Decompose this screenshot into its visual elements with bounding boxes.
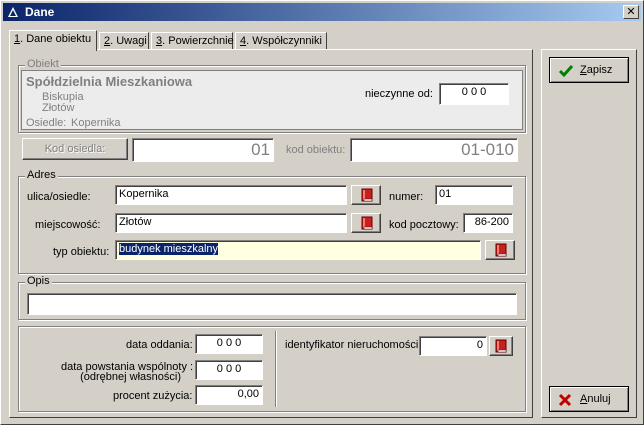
zapisz-shortcut: Z [580,64,587,76]
miejscowosc-lookup-button[interactable] [351,213,381,233]
opis-field[interactable] [27,293,517,315]
tab-powierzchnie[interactable]: 3. Powierzchnie [151,32,234,50]
dialog-window: Dane ✕ 1. Dane obiektu 2. Uwagi 3. Powie… [0,0,644,425]
zapisz-label: Zapisz [580,64,612,76]
kod-osiedla-field[interactable]: 01 [132,138,274,162]
miejscowosc-label: miejscowość: [35,219,101,231]
nieczynne-label: nieczynne od: [365,88,433,100]
cancel-x-icon [558,393,572,410]
data-powstania-label-2: (odrębnej własności) [80,371,181,383]
ulica-lookup-button[interactable] [351,185,381,205]
close-button[interactable]: ✕ [623,5,639,19]
anuluj-text: nuluj [587,393,611,405]
numer-label: numer: [389,191,424,203]
data-oddania-field[interactable]: 0 0 0 [195,334,263,354]
identyfikator-field[interactable]: 0 [419,336,487,356]
action-panel: Zapisz Anuluj [541,49,637,418]
group-dates: data oddania: 0 0 0 data powstania wspól… [18,326,526,412]
tab-label: . Powierzchnie [162,35,234,47]
group-opis-label: Opis [25,275,52,287]
miejscowosc-field[interactable]: Złotów [115,213,347,233]
kod-pocztowy-label: kod pocztowy: [389,219,459,231]
ulica-field[interactable]: Kopernika [115,185,347,205]
obiekt-line3: Złotów [42,102,75,114]
group-adres: Adres ulica/osiedle: Kopernika numer: 01… [18,169,526,274]
numer-field[interactable]: 01 [435,185,513,205]
tab-dane-obiektu[interactable]: 1. Dane obiektu [9,30,97,51]
tab-wspolczynniki[interactable]: 4. Współczynniki [235,32,327,50]
group-adres-label: Adres [25,169,58,181]
close-icon: ✕ [626,5,636,18]
window-title: Dane [25,5,55,19]
data-powstania-sublabel: (odrębnej własności) [61,371,181,383]
tab-panel-dane-obiektu: Obiekt Spółdzielnia Mieszkaniowa Biskupi… [9,49,533,418]
tab-label: . Uwagi [110,35,147,47]
data-oddania-label: data oddania: [126,339,193,351]
app-icon [7,6,19,18]
book-icon [495,243,507,257]
typ-obiektu-label: typ obiektu: [53,246,110,258]
tab-uwagi[interactable]: 2. Uwagi [99,32,149,50]
tab-label: . Współczynniki [246,35,322,47]
procent-zuzycia-label: procent zużycia: [113,390,193,402]
vertical-divider [275,331,277,407]
typ-obiektu-selection: budynek mieszkalny [119,243,219,255]
kod-obiektu-field[interactable]: 01-010 [350,138,518,162]
kod-obiektu-label: kod obiektu: [286,144,346,156]
identyfikator-label: identyfikator nieruchomości [285,339,419,351]
zapisz-button[interactable]: Zapisz [549,57,629,83]
group-opis: Opis [18,275,526,320]
typ-obiektu-lookup-button[interactable] [485,240,515,260]
osiedle-label: Osiedle: [26,117,67,129]
obiekt-name: Spółdzielnia Mieszkaniowa [26,74,193,89]
checkmark-icon [558,64,574,81]
anuluj-label: Anuluj [580,393,611,405]
book-icon [361,188,373,202]
nieczynne-od-field[interactable]: 0 0 0 [439,83,509,105]
obiekt-info-box: Spółdzielnia Mieszkaniowa Biskupia Złotó… [21,70,523,130]
kod-pocztowy-field[interactable]: 86-200 [463,213,513,233]
ulica-label: ulica/osiedle: [27,191,91,203]
osiedle-value: Kopernika [71,117,121,129]
book-icon [361,216,373,230]
typ-obiektu-field[interactable]: budynek mieszkalny [115,240,481,260]
identyfikator-lookup-button[interactable] [489,336,513,356]
group-obiekt: Obiekt Spółdzielnia Mieszkaniowa Biskupi… [18,58,526,133]
tab-label: . Dane obiektu [20,33,92,45]
procent-zuzycia-field[interactable]: 0,00 [195,385,263,405]
title-bar[interactable]: Dane ✕ [3,3,641,21]
anuluj-button[interactable]: Anuluj [549,386,629,412]
book-icon [495,339,507,353]
data-powstania-field[interactable]: 0 0 0 [195,360,263,380]
zapisz-text: apisz [586,64,613,76]
kod-osiedla-button[interactable]: Kod osiedla: [22,138,128,160]
group-obiekt-label: Obiekt [25,58,61,70]
